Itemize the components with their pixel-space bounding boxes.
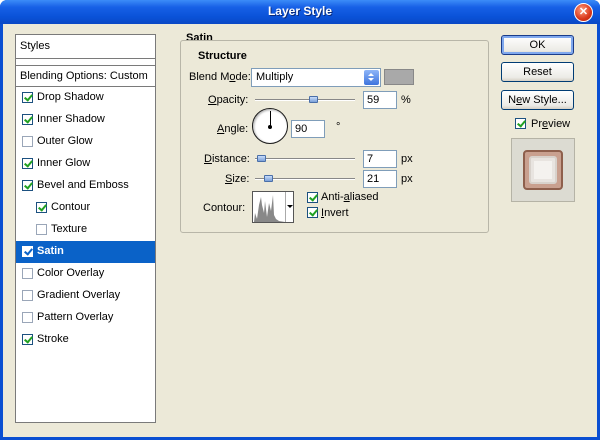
style-item-pattern-overlay[interactable]: Pattern Overlay xyxy=(16,307,155,329)
preview-checkbox[interactable] xyxy=(515,118,526,129)
style-item-drop-shadow[interactable]: Drop Shadow xyxy=(16,87,155,109)
style-item-checkbox[interactable] xyxy=(22,246,33,257)
style-item-label: Color Overlay xyxy=(37,267,105,279)
distance-input[interactable]: 7 xyxy=(363,150,397,168)
style-item-gradient-overlay[interactable]: Gradient Overlay xyxy=(16,285,155,307)
dialog-body: Styles Blending Options: Custom Drop Sha… xyxy=(3,24,597,437)
reset-button[interactable]: Reset xyxy=(501,62,574,82)
angle-center-dot xyxy=(268,125,272,129)
angle-input[interactable]: 90 xyxy=(291,120,325,138)
angle-unit: ° xyxy=(336,121,341,133)
style-item-label: Gradient Overlay xyxy=(37,289,121,301)
contour-label: Contour: xyxy=(203,202,246,214)
style-item-label: Inner Glow xyxy=(37,157,91,169)
style-item-label: Contour xyxy=(51,201,91,213)
style-item-texture[interactable]: Texture xyxy=(16,219,155,241)
blend-mode-select[interactable]: Multiply xyxy=(251,68,381,87)
opacity-label: Opacity: xyxy=(208,94,249,106)
style-item-checkbox[interactable] xyxy=(22,114,33,125)
distance-label: Distance: xyxy=(204,153,250,165)
style-item-stroke[interactable]: Stroke xyxy=(16,329,155,351)
style-items: Drop Shadow Inner Shadow Outer Glow Inner G… xyxy=(16,87,155,351)
style-item-satin[interactable]: Satin xyxy=(16,241,155,263)
blend-mode-value: Multiply xyxy=(256,71,294,83)
blending-options-item[interactable]: Blending Options: Custom xyxy=(16,65,155,87)
styles-list: Styles Blending Options: Custom Drop Sha… xyxy=(15,34,156,423)
style-item-inner-glow[interactable]: Inner Glow xyxy=(16,153,155,175)
style-item-contour[interactable]: Contour xyxy=(16,197,155,219)
style-item-label: Pattern Overlay xyxy=(37,311,114,323)
preview-swatch-image xyxy=(523,150,563,190)
new-style-button[interactable]: New Style... xyxy=(501,90,574,110)
opacity-input[interactable]: 59 xyxy=(363,91,397,109)
contour-dropdown-icon[interactable] xyxy=(285,192,293,222)
style-item-checkbox[interactable] xyxy=(22,290,33,301)
style-item-label: Bevel and Emboss xyxy=(37,179,129,191)
window-title: Layer Style xyxy=(267,4,333,18)
opacity-slider-thumb[interactable] xyxy=(309,96,318,103)
invert-label: Invert xyxy=(321,207,349,219)
close-icon: ✕ xyxy=(578,6,589,18)
style-item-outer-glow[interactable]: Outer Glow xyxy=(16,131,155,153)
style-item-checkbox[interactable] xyxy=(36,202,47,213)
distance-slider-thumb[interactable] xyxy=(257,155,266,162)
contour-curve-icon xyxy=(254,195,285,222)
size-label: Size: xyxy=(225,173,250,185)
style-preview-thumbnail xyxy=(511,138,575,202)
style-item-checkbox[interactable] xyxy=(22,92,33,103)
style-item-label: Stroke xyxy=(37,333,69,345)
dropdown-arrow-icon[interactable] xyxy=(364,70,379,85)
invert-checkbox[interactable] xyxy=(307,207,318,218)
opacity-slider[interactable] xyxy=(255,96,355,103)
opacity-unit: % xyxy=(401,94,411,106)
anti-aliased-checkbox[interactable] xyxy=(307,192,318,203)
style-item-checkbox[interactable] xyxy=(22,334,33,345)
size-unit: px xyxy=(401,173,413,185)
style-item-checkbox[interactable] xyxy=(22,312,33,323)
style-item-label: Drop Shadow xyxy=(37,91,104,103)
style-item-checkbox[interactable] xyxy=(22,268,33,279)
style-item-bevel-and-emboss[interactable]: Bevel and Emboss xyxy=(16,175,155,197)
contour-picker[interactable] xyxy=(252,191,294,223)
size-slider[interactable] xyxy=(255,175,355,182)
preview-label: Preview xyxy=(531,118,571,130)
style-item-checkbox[interactable] xyxy=(36,224,47,235)
style-item-inner-shadow[interactable]: Inner Shadow xyxy=(16,109,155,131)
distance-unit: px xyxy=(401,153,413,165)
blend-mode-label: Blend Mode: xyxy=(189,71,251,83)
title-bar[interactable]: Layer Style ✕ xyxy=(0,0,600,24)
angle-dial[interactable] xyxy=(252,108,288,144)
blend-color-swatch[interactable] xyxy=(384,69,414,85)
style-item-checkbox[interactable] xyxy=(22,136,33,147)
anti-aliased-label: Anti-aliased xyxy=(321,191,379,203)
distance-slider[interactable] xyxy=(255,155,355,162)
style-item-checkbox[interactable] xyxy=(22,158,33,169)
size-input[interactable]: 21 xyxy=(363,170,397,188)
angle-label: Angle: xyxy=(217,123,249,135)
styles-list-header[interactable]: Styles xyxy=(16,35,155,59)
style-item-label: Satin xyxy=(37,245,64,257)
structure-title: Structure xyxy=(196,50,249,62)
layer-style-dialog: Layer Style ✕ Styles Blending Options: C… xyxy=(0,0,600,440)
style-item-color-overlay[interactable]: Color Overlay xyxy=(16,263,155,285)
size-slider-thumb[interactable] xyxy=(264,175,273,182)
style-item-checkbox[interactable] xyxy=(22,180,33,191)
style-item-label: Inner Shadow xyxy=(37,113,105,125)
close-button[interactable]: ✕ xyxy=(574,3,593,22)
ok-button[interactable]: OK xyxy=(501,35,574,55)
style-item-label: Texture xyxy=(51,223,88,235)
style-item-label: Outer Glow xyxy=(37,135,93,147)
